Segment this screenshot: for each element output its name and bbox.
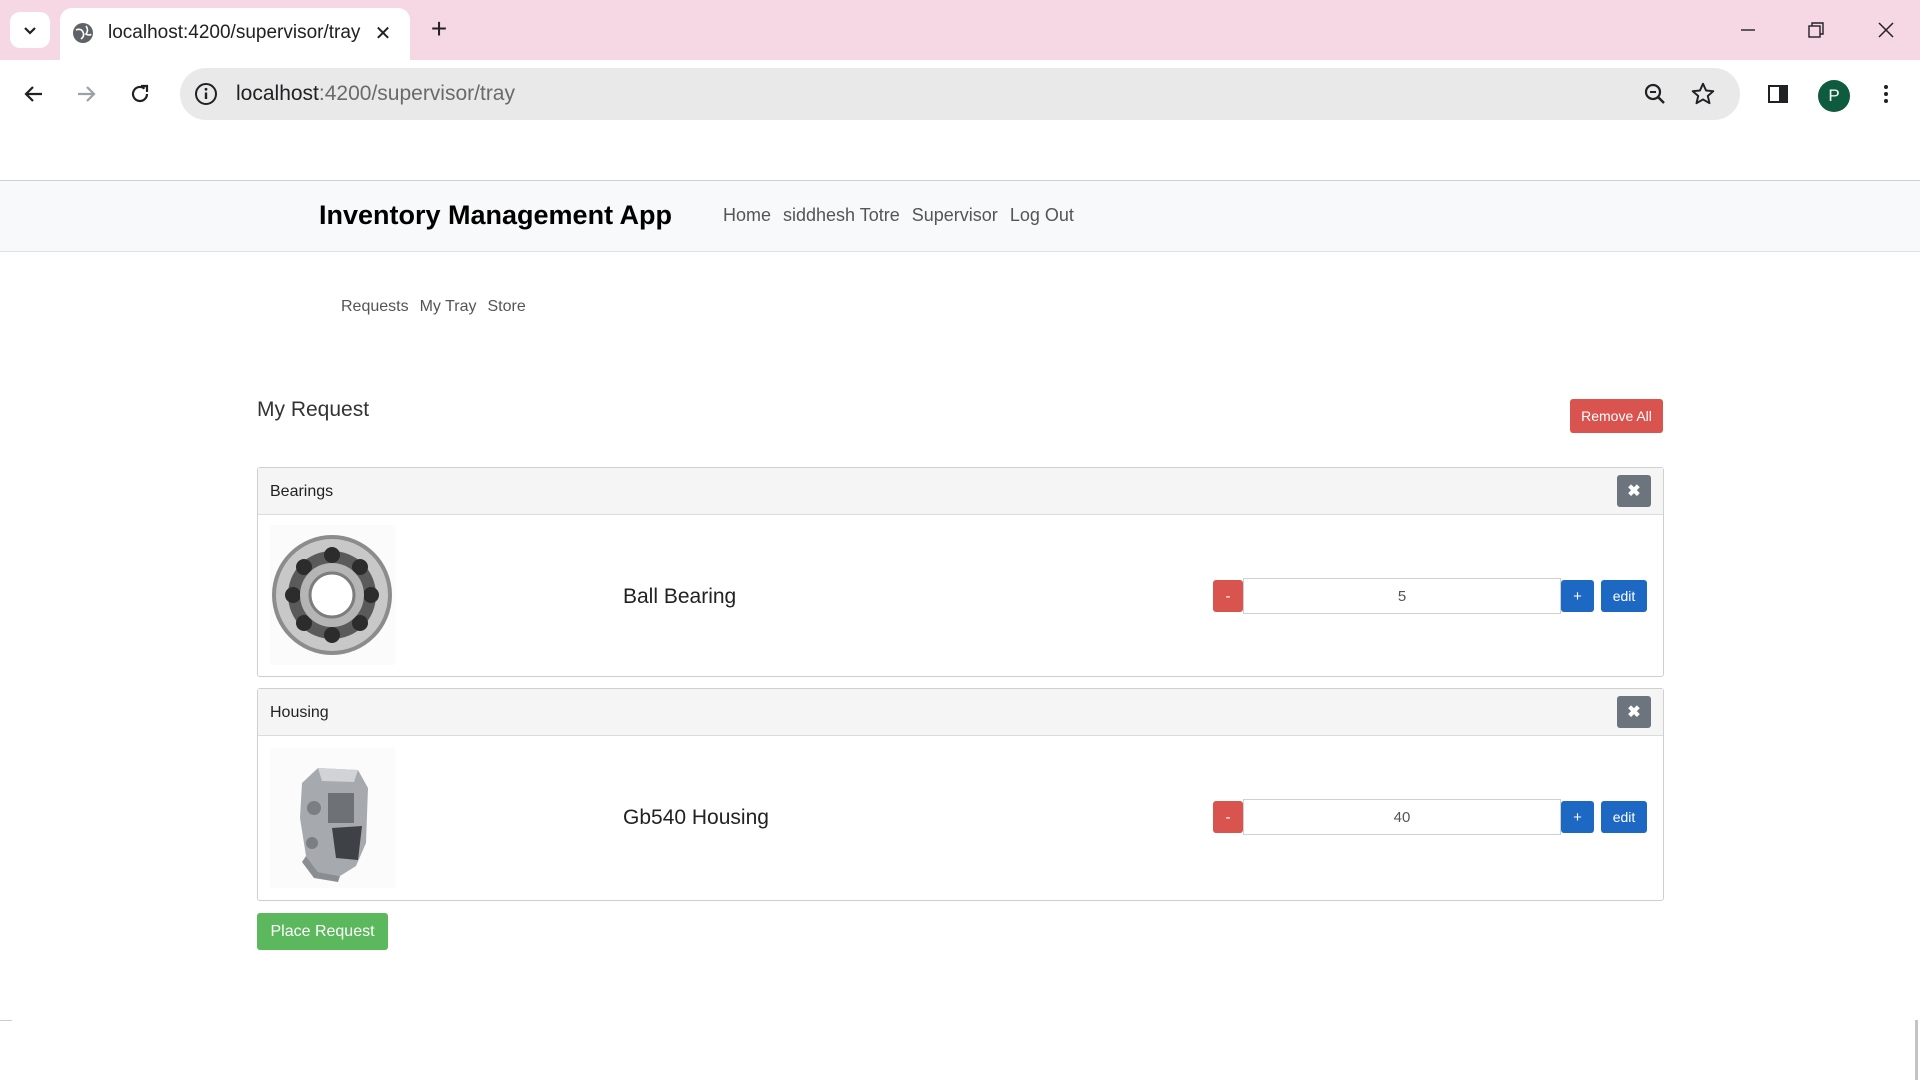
subnav-requests[interactable]: Requests — [341, 298, 409, 316]
new-tab-button[interactable]: + — [424, 13, 454, 44]
forward-button[interactable] — [68, 76, 104, 112]
nav-supervisor[interactable]: Supervisor — [912, 205, 998, 226]
arrow-left-icon — [24, 86, 42, 102]
quantity-stepper: - + edit — [1213, 578, 1647, 614]
remove-all-button[interactable]: Remove All — [1570, 399, 1663, 433]
side-panel-icon — [1768, 85, 1788, 103]
decrease-qty-button[interactable]: - — [1213, 580, 1243, 612]
decrease-qty-button[interactable]: - — [1213, 801, 1243, 833]
card-body: Ball Bearing - + edit — [258, 515, 1663, 676]
item-category: Housing — [270, 704, 329, 721]
browser-toolbar: localhost:4200/supervisor/tray — [0, 60, 1920, 128]
close-icon — [1878, 22, 1894, 38]
scrollbar-thumb[interactable] — [1915, 1020, 1918, 1080]
subnav-store[interactable]: Store — [487, 298, 525, 316]
star-bookmark-icon[interactable] — [1690, 81, 1716, 107]
increase-qty-button[interactable]: + — [1561, 801, 1594, 833]
info-icon[interactable] — [194, 82, 218, 106]
tab-close-icon[interactable]: ✕ — [370, 20, 396, 46]
zoom-icon[interactable] — [1642, 81, 1668, 107]
housing-image — [270, 748, 395, 888]
card-body: Gb540 Housing - + edit — [258, 736, 1663, 900]
reload-icon — [131, 84, 149, 103]
app-navbar: Inventory Management App Home siddhesh T… — [0, 181, 1920, 252]
restore-button[interactable] — [1796, 14, 1836, 46]
back-button[interactable] — [16, 76, 52, 112]
more-vertical-icon — [1884, 85, 1888, 103]
quantity-stepper: - + edit — [1213, 799, 1647, 835]
ball-bearing-image — [270, 525, 395, 665]
tray-item-card: Bearings ✖ Ball Bearing - + edit — [257, 467, 1664, 677]
globe-icon — [73, 23, 93, 43]
card-header: Bearings ✖ — [258, 468, 1663, 515]
nav-home[interactable]: Home — [723, 205, 771, 226]
card-header: Housing ✖ — [258, 689, 1663, 736]
tab-title: localhost:4200/supervisor/tray — [108, 22, 361, 43]
minimize-icon — [1741, 29, 1755, 31]
browser-tab[interactable]: localhost:4200/supervisor/tray ✕ — [60, 8, 410, 60]
edit-item-button[interactable]: edit — [1601, 580, 1647, 612]
tab-search-button[interactable] — [10, 12, 50, 48]
item-name: Gb540 Housing — [623, 806, 769, 829]
quantity-input[interactable] — [1243, 578, 1561, 614]
item-category: Bearings — [270, 483, 334, 500]
item-name: Ball Bearing — [623, 585, 737, 608]
remove-item-button[interactable]: ✖ — [1617, 475, 1651, 507]
browser-tab-bar: localhost:4200/supervisor/tray ✕ + — [0, 0, 1920, 60]
increase-qty-button[interactable]: + — [1561, 580, 1594, 612]
arrow-right-icon — [78, 86, 96, 102]
edit-item-button[interactable]: edit — [1601, 801, 1647, 833]
quantity-input[interactable] — [1243, 799, 1561, 835]
page-edge-mark — [0, 1020, 12, 1021]
sub-nav: Requests My Tray Store — [341, 298, 526, 316]
chevron-down-icon — [24, 27, 36, 35]
profile-avatar[interactable]: P — [1818, 80, 1850, 112]
close-window-button[interactable] — [1866, 14, 1906, 46]
brand-title[interactable]: Inventory Management App — [319, 200, 672, 231]
browser-menu-button[interactable] — [1868, 76, 1904, 112]
address-bar[interactable]: localhost:4200/supervisor/tray — [180, 68, 1740, 120]
subnav-my-tray[interactable]: My Tray — [420, 298, 477, 316]
restore-icon — [1808, 22, 1824, 38]
page-title: My Request — [257, 398, 370, 421]
remove-item-button[interactable]: ✖ — [1617, 696, 1651, 728]
reload-button[interactable] — [122, 76, 158, 112]
minimize-button[interactable] — [1728, 14, 1768, 46]
nav-user[interactable]: siddhesh Totre — [783, 205, 900, 226]
main-nav: Home siddhesh Totre Supervisor Log Out — [723, 205, 1074, 226]
side-panel-button[interactable] — [1760, 76, 1796, 112]
tray-item-card: Housing ✖ Gb540 Housing - + edit — [257, 688, 1664, 901]
place-request-button[interactable]: Place Request — [257, 913, 388, 950]
url-text[interactable]: localhost:4200/supervisor/tray — [236, 82, 515, 106]
nav-logout[interactable]: Log Out — [1010, 205, 1074, 226]
